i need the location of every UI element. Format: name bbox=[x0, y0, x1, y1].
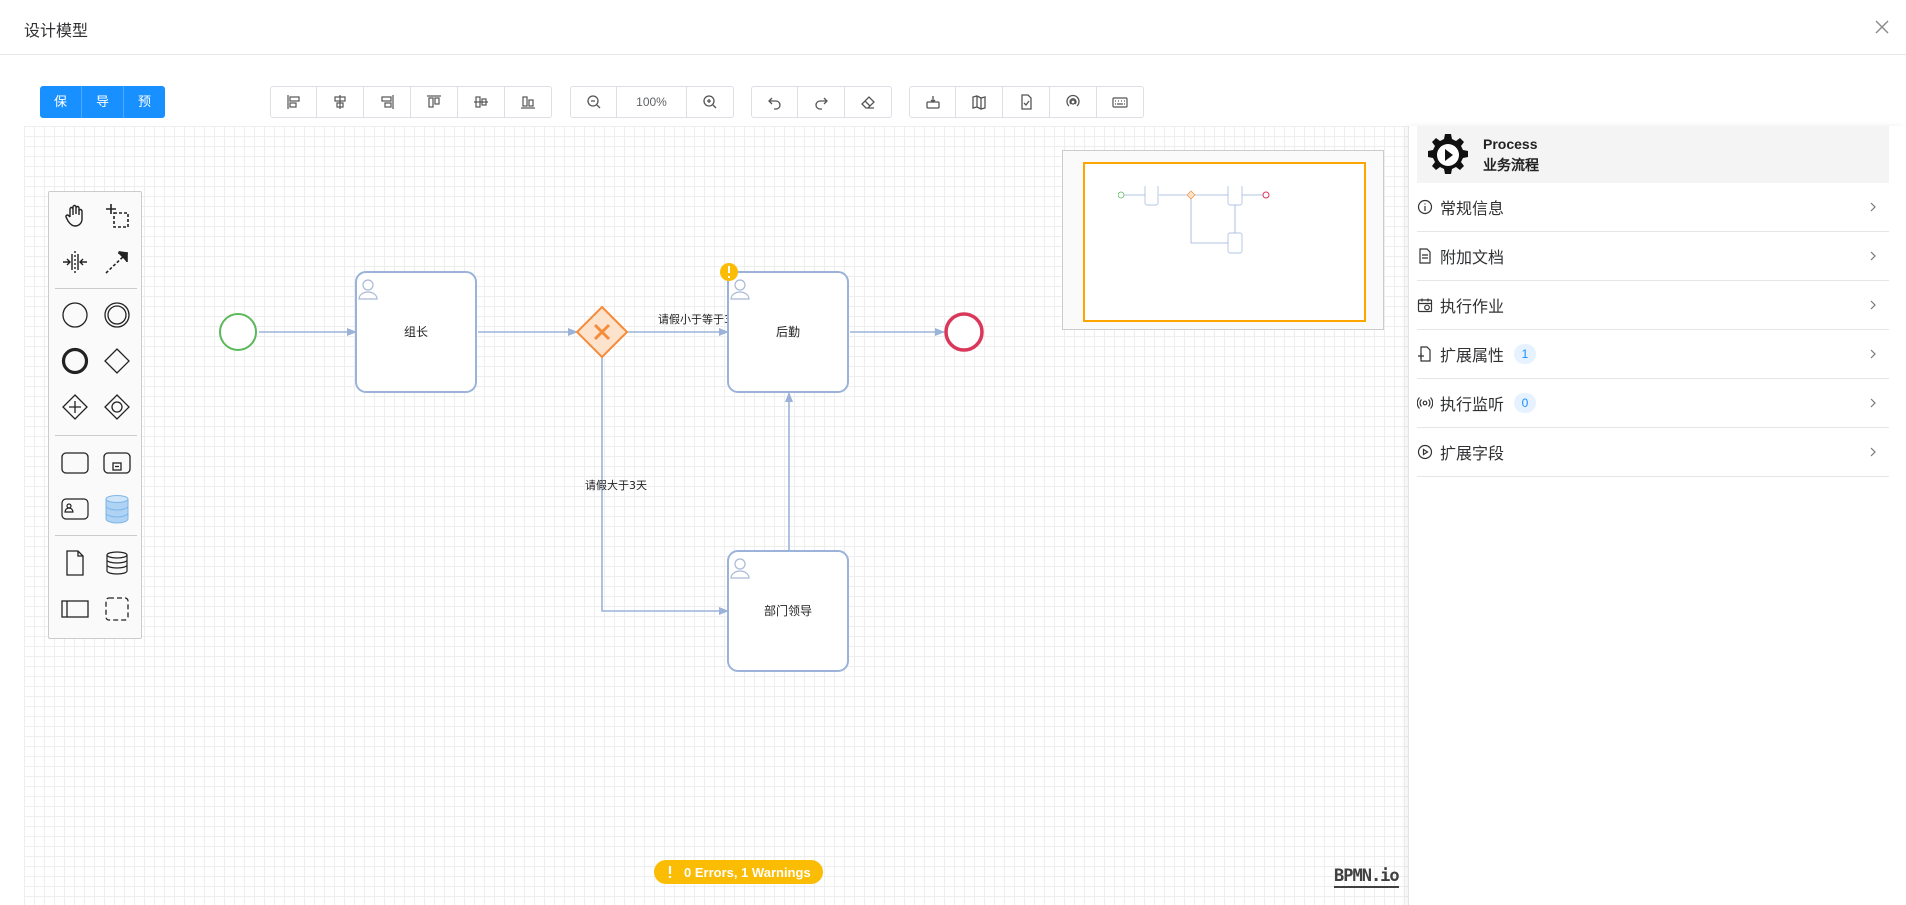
tools-button-group bbox=[909, 86, 1144, 118]
history-button-group bbox=[751, 86, 892, 118]
panel-header: Process 业务流程 bbox=[1417, 126, 1889, 183]
zoom-out-button[interactable] bbox=[570, 86, 617, 118]
bpmn-canvas[interactable]: 组长 请假小于等于3天 请假大于3天 后勤 部门领导 0 Errors, 1 W… bbox=[24, 126, 1408, 905]
align-top-button[interactable] bbox=[411, 86, 458, 118]
info-icon bbox=[1417, 199, 1433, 215]
process-gear-icon bbox=[1428, 133, 1468, 174]
minimap-diagram bbox=[1118, 186, 1270, 254]
zoom-in-icon bbox=[703, 95, 717, 109]
validate-button[interactable] bbox=[1003, 86, 1050, 118]
task-label-dept-leader: 部门领导 bbox=[764, 603, 812, 618]
align-right-button[interactable] bbox=[364, 86, 411, 118]
file-plus-icon bbox=[1418, 346, 1431, 362]
align-top-icon bbox=[427, 95, 441, 108]
close-icon[interactable] bbox=[1872, 17, 1892, 37]
dialog-header: 设计模型 bbox=[0, 0, 1906, 55]
task-label-hr: 后勤 bbox=[776, 325, 800, 339]
keyboard-button[interactable] bbox=[1097, 86, 1144, 118]
broadcast-icon bbox=[1417, 397, 1433, 409]
zoom-out-icon bbox=[586, 95, 600, 109]
eraser-button[interactable] bbox=[845, 86, 892, 118]
align-bottom-button[interactable] bbox=[505, 86, 552, 118]
document-icon bbox=[1419, 248, 1431, 264]
play-circle-icon bbox=[1417, 444, 1433, 460]
group-extension-properties[interactable]: 扩展属性 1 bbox=[1417, 330, 1889, 379]
lint-status-text: 0 Errors, 1 Warnings bbox=[684, 864, 811, 880]
group-general-info[interactable]: 常规信息 bbox=[1417, 183, 1889, 232]
calendar-icon bbox=[1417, 298, 1433, 313]
align-left-button[interactable] bbox=[270, 86, 317, 118]
lint-status-button[interactable]: 0 Errors, 1 Warnings bbox=[654, 860, 823, 884]
file-check-icon bbox=[1021, 94, 1032, 110]
count-badge: 1 bbox=[1514, 344, 1537, 364]
download-button[interactable] bbox=[909, 86, 956, 118]
group-label: 扩展属性 bbox=[1440, 348, 1505, 365]
redo-icon bbox=[815, 97, 828, 110]
dialog-title: 设计模型 bbox=[24, 23, 89, 40]
align-bottom-icon bbox=[521, 96, 535, 109]
chevron-right-icon bbox=[1870, 398, 1876, 408]
end-event[interactable] bbox=[944, 312, 984, 352]
zoom-level: 100% bbox=[617, 86, 687, 118]
broadcast-icon bbox=[1066, 94, 1080, 107]
file-button-group: 保存 导出文件 预览文件 bbox=[40, 86, 166, 205]
zoom-button-group: 100% bbox=[570, 86, 734, 118]
group-label: 执行作业 bbox=[1440, 299, 1505, 316]
group-label: 执行监听 bbox=[1440, 397, 1505, 414]
align-center-button[interactable] bbox=[317, 86, 364, 118]
exclusive-gateway[interactable] bbox=[575, 305, 629, 359]
warning-marker[interactable] bbox=[720, 263, 738, 281]
panel-element-name: 业务流程 bbox=[1483, 156, 1539, 173]
save-button[interactable]: 保存 bbox=[40, 86, 83, 141]
group-job-execution[interactable]: 执行作业 bbox=[1417, 281, 1889, 330]
align-middle-icon bbox=[474, 96, 488, 108]
align-center-icon bbox=[334, 95, 346, 109]
minimap[interactable] bbox=[1062, 150, 1384, 330]
map-icon bbox=[972, 95, 986, 110]
group-label: 常规信息 bbox=[1440, 201, 1505, 218]
group-extension-fields[interactable]: 扩展字段 bbox=[1417, 428, 1889, 477]
minimap-toggle-button[interactable] bbox=[956, 86, 1003, 118]
align-middle-button[interactable] bbox=[458, 86, 505, 118]
keyboard-icon bbox=[1112, 97, 1128, 108]
align-button-group bbox=[270, 86, 552, 118]
undo-icon bbox=[767, 97, 781, 110]
export-file-button[interactable]: 导出文件 bbox=[82, 86, 125, 205]
simulation-button[interactable] bbox=[1050, 86, 1097, 118]
task-label-group-leader: 组长 bbox=[404, 325, 428, 339]
count-badge: 0 bbox=[1514, 393, 1537, 413]
user-task-group-leader[interactable]: 组长 bbox=[355, 271, 477, 393]
user-task-hr[interactable]: 后勤 bbox=[727, 271, 849, 393]
align-right-icon bbox=[381, 95, 394, 109]
group-execution-listeners[interactable]: 执行监听 0 bbox=[1417, 379, 1889, 428]
panel-element-type: Process bbox=[1483, 135, 1538, 152]
warning-icon bbox=[668, 866, 672, 878]
group-label: 附加文档 bbox=[1440, 250, 1505, 267]
group-documentation[interactable]: 附加文档 bbox=[1417, 232, 1889, 281]
zoom-in-button[interactable] bbox=[687, 86, 734, 118]
chevron-right-icon bbox=[1870, 447, 1876, 457]
flow-label-gt3[interactable]: 请假大于3天 bbox=[585, 478, 647, 492]
start-event[interactable] bbox=[219, 313, 257, 351]
preview-file-button[interactable]: 预览文件 bbox=[124, 86, 166, 205]
chevron-right-icon bbox=[1870, 349, 1876, 359]
chevron-right-icon bbox=[1870, 300, 1876, 310]
inbox-icon bbox=[925, 96, 940, 109]
user-task-dept-leader[interactable]: 部门领导 bbox=[727, 550, 849, 672]
bpmn-io-logo[interactable]: BPMN.io bbox=[1334, 866, 1400, 888]
undo-button[interactable] bbox=[751, 86, 798, 118]
chevron-right-icon bbox=[1870, 202, 1876, 212]
properties-panel: Process 业务流程 常规信息 附加文档 执行作业 扩展属性 1 执行监听 … bbox=[1408, 126, 1906, 905]
align-left-icon bbox=[286, 95, 300, 109]
eraser-icon bbox=[861, 96, 875, 109]
redo-button[interactable] bbox=[798, 86, 845, 118]
group-label: 扩展字段 bbox=[1440, 446, 1505, 463]
chevron-right-icon bbox=[1870, 251, 1876, 261]
